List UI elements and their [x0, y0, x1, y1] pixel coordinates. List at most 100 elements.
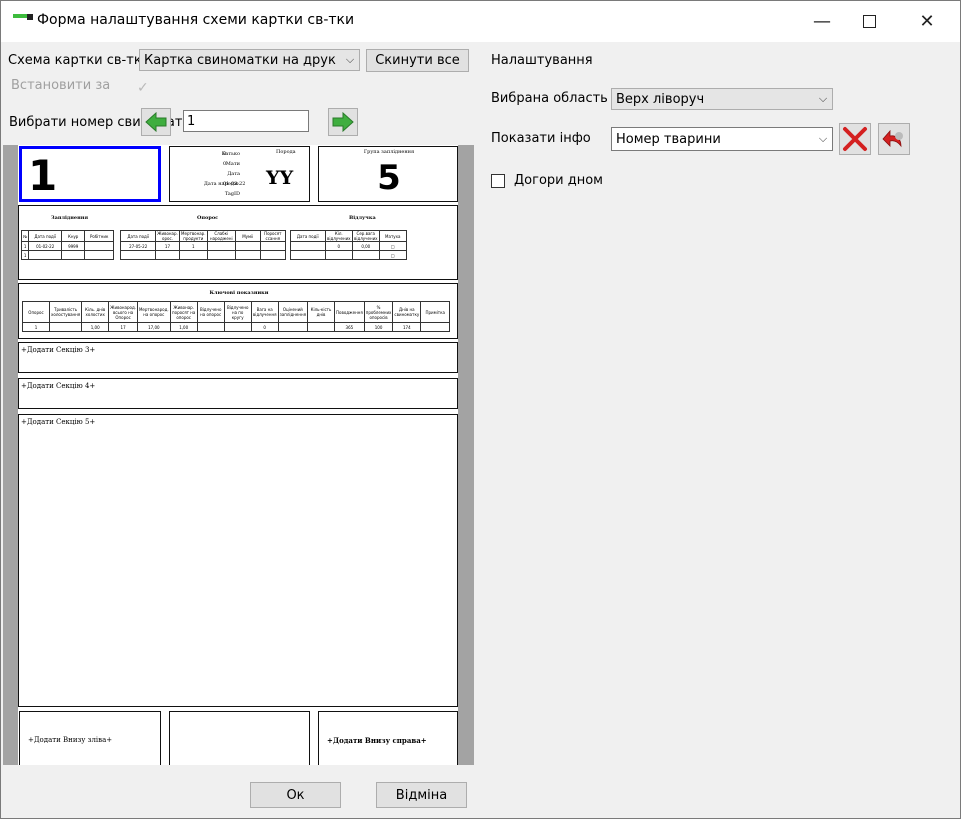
mid-value-0: 0 [223, 151, 227, 157]
s2-cell: 1,00 [169, 322, 198, 332]
section-4[interactable]: +Додати Секцію 4+ [18, 378, 458, 409]
reset-all-button[interactable]: Скинути все [366, 49, 469, 72]
farrowing-heading: Опорос [197, 215, 219, 221]
chevron-down-icon: ⌵ [345, 53, 355, 66]
s2-cell [277, 322, 309, 332]
s2-cell: 17 [108, 322, 138, 332]
s1-cell: 9999 [61, 241, 86, 251]
s2-header: Тривалість холостування [48, 301, 83, 323]
number-input[interactable]: 1 [183, 110, 309, 132]
add-section-4: +Додати Секцію 4+ [21, 382, 96, 390]
show-info-select[interactable]: Номер тварини ⌵ [611, 127, 833, 151]
next-button[interactable] [328, 108, 358, 136]
chevron-down-icon: ⌵ [818, 132, 828, 145]
s1-cell [289, 241, 326, 251]
s1-header: Мертвонар. продукти [178, 230, 208, 242]
s2-cell [307, 322, 335, 332]
s2-header: Вага на відлучення [250, 301, 279, 323]
area-bottom-left[interactable]: +Додати Внизу зліва+ [19, 711, 161, 765]
scheme-select[interactable]: Картка свиноматки на друк ⌵ [139, 49, 360, 71]
s1-header: Живонар. орос. [155, 230, 180, 242]
card-page: 1 Батько Мати Дата Дата народж. TagID 0 … [18, 145, 458, 765]
upside-down-checkbox[interactable] [491, 174, 505, 188]
s2-cell [223, 322, 252, 332]
section-3[interactable]: +Додати Секцію 3+ [18, 342, 458, 373]
selected-area-select[interactable]: Верх ліворуч ⌵ [611, 88, 833, 110]
s2-cell: 1 [22, 322, 50, 332]
area-top-right[interactable]: Група запліднення 5 [318, 146, 458, 202]
s2-cell: 17,00 [136, 322, 171, 332]
s2-cell: 1,00 [81, 322, 110, 332]
breed-value: YY [266, 167, 294, 189]
area-bottom-right[interactable]: +Додати Внизу справа+ [318, 711, 458, 765]
s1-cell [234, 241, 261, 251]
arrow-left-icon [145, 112, 167, 132]
cancel-button[interactable]: Відміна [376, 782, 467, 808]
s2-header: Живонар. поросят на опорос [169, 301, 198, 323]
scheme-label: Схема картки св-тки [8, 53, 151, 68]
s2-header: Живонарод. всього на Опорос [108, 301, 138, 323]
section-5[interactable]: +Додати Секцію 5+ [18, 414, 458, 707]
s2-cell [48, 322, 83, 332]
s1-header: Поросят ссання [259, 230, 286, 242]
s2-header: Мертвонарод. на опорос [136, 301, 171, 323]
maximize-icon[interactable] [846, 0, 892, 42]
s1-header: Дата події [120, 230, 157, 242]
set-for-label: Встановити за [11, 78, 111, 93]
area-top-left[interactable]: 1 [19, 146, 161, 202]
delete-info-button[interactable] [839, 123, 871, 155]
settings-heading: Налаштування [491, 53, 593, 68]
s2-header: Відлучено на опорос [196, 301, 225, 323]
s1-cell [206, 241, 236, 251]
app-icon [13, 14, 33, 24]
insemination-heading: Запліднення [51, 215, 89, 221]
close-icon[interactable]: ✕ [904, 0, 950, 42]
undo-info-button[interactable] [878, 123, 910, 155]
mid-field-4: TagID [224, 191, 240, 197]
s1-header: Робітник [84, 230, 115, 242]
section-2-table: Опорос Тривалість холостування Кіль. дні… [22, 301, 451, 332]
minimize-icon[interactable]: — [799, 0, 845, 42]
add-bottom-left: +Додати Внизу зліва+ [28, 736, 113, 744]
s2-header: Днів на свиноматку [392, 301, 422, 323]
s2-cell: 365 [334, 322, 365, 332]
arrow-right-icon [332, 112, 354, 132]
area-bottom-middle[interactable] [169, 711, 310, 765]
upside-down-label: Догори дном [514, 173, 603, 188]
show-info-value: Номер тварини [616, 131, 721, 147]
delete-x-icon [843, 127, 867, 151]
big-number: 1 [28, 151, 58, 200]
undo-icon [882, 129, 903, 148]
section-1[interactable]: Запліднення Опорос Відлучка № Дата події… [18, 205, 458, 280]
s1-cell: 0 [324, 241, 353, 251]
s1-cell [84, 241, 115, 251]
s1-cell [259, 241, 286, 251]
mid-value-1: 0 [223, 161, 227, 167]
card-preview: 1 Батько Мати Дата Дата народж. TagID 0 … [3, 145, 474, 765]
s1-cell: 1 [178, 241, 208, 251]
set-for-checkbox[interactable]: ✓ [137, 80, 153, 96]
area-top-middle[interactable]: Батько Мати Дата Дата народж. TagID 0 0 … [169, 146, 310, 202]
s2-header: Оцінений запліднення [277, 301, 309, 323]
selected-area-label: Вибрана область [491, 91, 608, 106]
scheme-select-value: Картка свиноматки на друк [144, 52, 336, 68]
s2-header: Поводження [334, 301, 365, 323]
s2-header: % проблемних опоросів [363, 301, 394, 323]
s1-cell: 27-05-22 [120, 241, 157, 251]
s2-cell [196, 322, 225, 332]
s2-header: Кіль. днів холостих [81, 301, 110, 323]
s1-header: Кіл. відлучених [324, 230, 353, 242]
add-section-3: +Додати Секцію 3+ [21, 346, 96, 354]
chevron-down-icon: ⌵ [818, 92, 828, 105]
s2-cell: 174 [392, 322, 422, 332]
window-title: Форма налаштування схеми картки св-тки [37, 12, 355, 28]
ok-button[interactable]: Ок [250, 782, 341, 808]
s2-cell: 100 [363, 322, 394, 332]
selected-area-value: Верх ліворуч [616, 91, 705, 107]
section-2[interactable]: Ключові показники Опорос Тривалість холо… [18, 283, 458, 339]
s1-cell: 01-02-22 [28, 241, 63, 251]
prev-button[interactable] [141, 108, 171, 136]
s2-header: Відлучено на по кругу [223, 301, 252, 323]
mid-value-2 [223, 171, 253, 177]
mid-value-3: 01-02-22 [223, 181, 246, 187]
